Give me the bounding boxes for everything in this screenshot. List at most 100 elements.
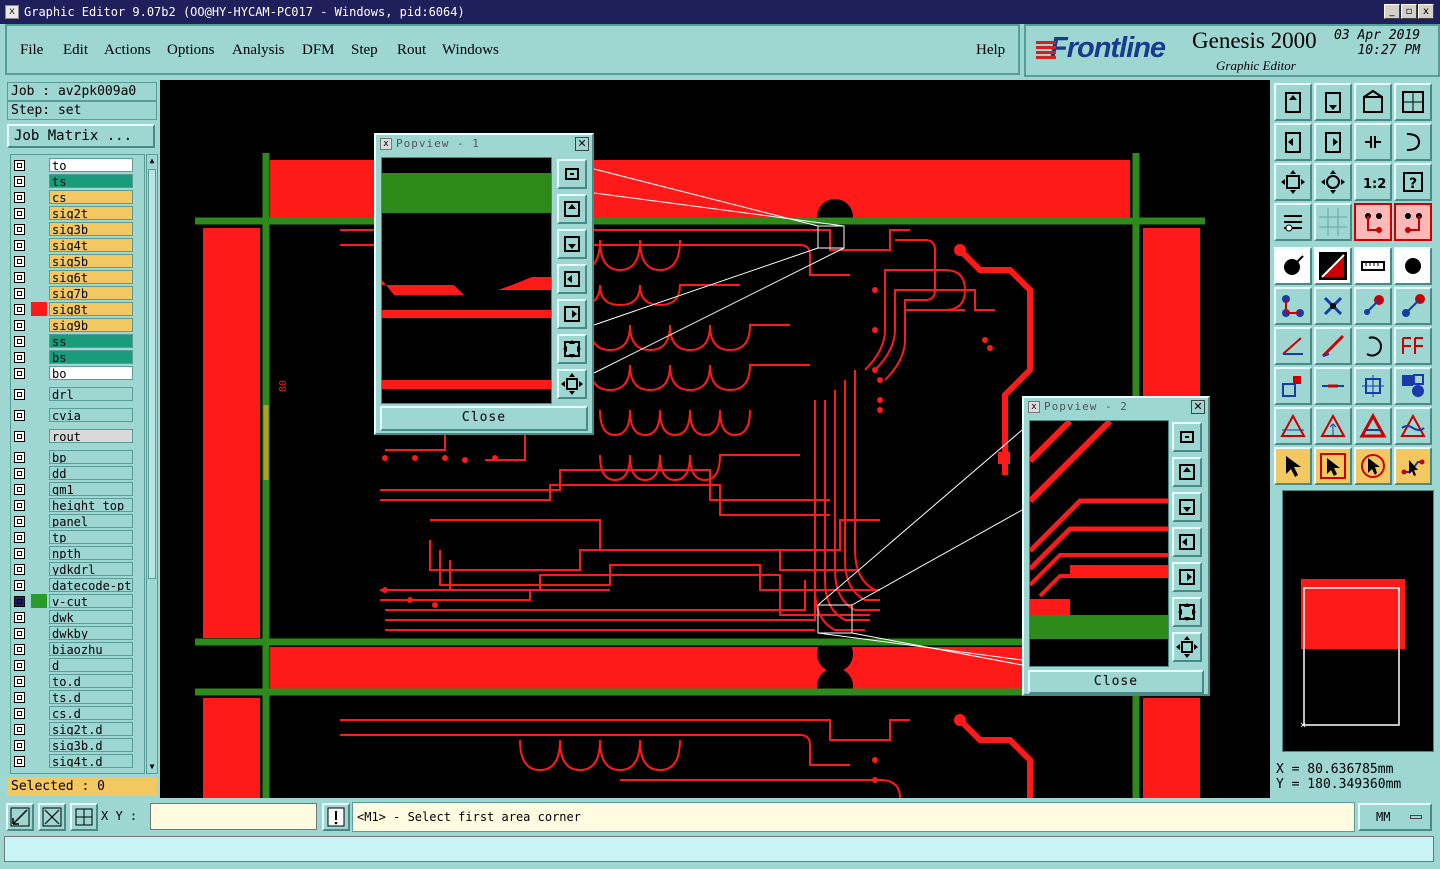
menu-edit[interactable]: Edit	[63, 42, 88, 59]
pan-right-icon[interactable]	[1314, 123, 1352, 161]
layer-name[interactable]: d	[49, 658, 133, 672]
snap-icon[interactable]	[1394, 123, 1432, 161]
layer-display-swatch[interactable]	[31, 318, 47, 332]
layer-display-swatch[interactable]	[31, 450, 47, 464]
popview-1-pan-right-icon[interactable]	[557, 299, 587, 329]
layer-row-cs.d[interactable]: cs.d	[11, 705, 144, 721]
layer-scrollbar[interactable]: ▲ ▼	[146, 154, 158, 774]
line-diag-icon[interactable]	[1314, 327, 1352, 365]
popview-1-close-icon[interactable]: ✕	[575, 137, 589, 151]
menu-help[interactable]: Help	[976, 42, 1005, 59]
layer-checkbox[interactable]	[14, 548, 25, 559]
layer-checkbox[interactable]	[14, 660, 25, 671]
layer-checkbox[interactable]	[14, 288, 25, 299]
layer-row-sig2t[interactable]: sig2t	[11, 205, 144, 221]
popview-1-zoom-in-icon[interactable]	[557, 334, 587, 364]
layer-display-swatch[interactable]	[31, 530, 47, 544]
layer-display-swatch[interactable]	[31, 498, 47, 512]
layer-name[interactable]: dwk	[49, 610, 133, 624]
popview-2-zoom-out-icon[interactable]	[1172, 632, 1202, 662]
snap-corner-icon[interactable]	[6, 803, 34, 831]
layer-checkbox[interactable]	[14, 352, 25, 363]
zoom-fit-icon[interactable]	[1274, 163, 1312, 201]
layer-checkbox[interactable]	[14, 452, 25, 463]
popview-1-pan-left-icon[interactable]	[557, 264, 587, 294]
layer-checkbox[interactable]	[14, 304, 25, 315]
layer-display-swatch[interactable]	[31, 562, 47, 576]
layer-checkbox[interactable]	[14, 272, 25, 283]
layer-checkbox[interactable]	[14, 676, 25, 687]
triangle-icon[interactable]	[1274, 407, 1312, 445]
layer-name[interactable]: ss	[49, 334, 133, 348]
popview-1-close-button[interactable]: Close	[380, 406, 588, 431]
layer-display-swatch[interactable]	[31, 514, 47, 528]
layer-row-sig9b[interactable]: sig9b	[11, 317, 144, 333]
layer-name[interactable]: cvia	[49, 408, 133, 422]
layer-name[interactable]: sig5b	[49, 254, 133, 268]
popview-1-pan-down-icon[interactable]	[557, 229, 587, 259]
layer-name[interactable]: bp	[49, 450, 133, 464]
popview-2-close-icon[interactable]: ✕	[1191, 400, 1205, 414]
layer-checkbox[interactable]	[14, 240, 25, 251]
layer-display-swatch[interactable]	[31, 158, 47, 172]
zoom-house-icon[interactable]	[1354, 83, 1392, 121]
arc-pad-icon[interactable]	[1354, 287, 1392, 325]
layer-row-panel[interactable]: panel	[11, 513, 144, 529]
ruler-icon[interactable]	[1354, 247, 1392, 285]
layer-display-swatch[interactable]	[31, 429, 47, 443]
layer-name[interactable]: sig2t	[49, 206, 133, 220]
layer-name[interactable]: sig4t	[49, 238, 133, 252]
layer-row-dwkby[interactable]: dwkby	[11, 625, 144, 641]
layer-checkbox[interactable]	[14, 756, 25, 767]
layer-name[interactable]: cs.d	[49, 706, 133, 720]
layer-row-ts[interactable]: ts	[11, 173, 144, 189]
popview-1-zoom-icon[interactable]	[557, 159, 587, 189]
graphic-canvas[interactable]: 80 Popview - 1 x ✕ Close Popview - 2 x ✕…	[160, 80, 1270, 798]
menu-dfm[interactable]: DFM	[302, 42, 335, 59]
layer-display-swatch[interactable]	[31, 482, 47, 496]
layer-checkbox[interactable]	[14, 724, 25, 735]
scroll-down-icon[interactable]: ▼	[148, 761, 156, 773]
layer-name[interactable]: v-cut	[49, 594, 133, 608]
layer-row-cvia[interactable]: cvia	[11, 407, 144, 423]
xy-input[interactable]	[150, 803, 317, 830]
layer-checkbox[interactable]	[14, 431, 25, 442]
layer-row-biaozhu[interactable]: biaozhu	[11, 641, 144, 657]
layer-row-tp[interactable]: tp	[11, 529, 144, 545]
layer-row-sig5b[interactable]: sig5b	[11, 253, 144, 269]
layer-checkbox[interactable]	[14, 176, 25, 187]
layer-name[interactable]: rout	[49, 429, 133, 443]
layer-display-swatch[interactable]	[31, 658, 47, 672]
app-icon[interactable]: x	[5, 5, 19, 19]
layer-name[interactable]: sig4t.d	[49, 754, 133, 768]
popview-2-zoom-icon[interactable]	[1172, 422, 1202, 452]
layer-display-swatch[interactable]	[31, 286, 47, 300]
triangle-arrow-icon[interactable]	[1314, 407, 1352, 445]
line-red-icon[interactable]	[1314, 367, 1352, 405]
layer-row-cs[interactable]: cs	[11, 189, 144, 205]
layer-display-swatch[interactable]	[31, 366, 47, 380]
snap-angle-icon[interactable]	[38, 803, 66, 831]
layer-checkbox[interactable]	[14, 516, 25, 527]
popview-2-zoom-in-icon[interactable]	[1172, 597, 1202, 627]
popview-2-pan-left-icon[interactable]	[1172, 527, 1202, 557]
grid-snap-icon[interactable]	[70, 803, 98, 831]
layer-row-sig6t[interactable]: sig6t	[11, 269, 144, 285]
fit-icon[interactable]	[1354, 123, 1392, 161]
layer-name[interactable]: ydkdrl	[49, 562, 133, 576]
layer-name[interactable]: sig7b	[49, 286, 133, 300]
layer-display-swatch[interactable]	[31, 466, 47, 480]
layer-row-ts.d[interactable]: ts.d	[11, 689, 144, 705]
layer-display-swatch[interactable]	[31, 642, 47, 656]
scale-1-2-icon[interactable]: 1:2	[1354, 163, 1392, 201]
layer-name[interactable]: ts.d	[49, 690, 133, 704]
layer-checkbox[interactable]	[14, 532, 25, 543]
layer-checkbox[interactable]	[14, 644, 25, 655]
units-select[interactable]: MM	[1358, 803, 1432, 831]
layer-name[interactable]: height_top	[49, 498, 133, 512]
layer-display-swatch[interactable]	[31, 722, 47, 736]
layer-checkbox[interactable]	[14, 612, 25, 623]
layer-display-swatch[interactable]	[31, 302, 47, 316]
connect-icon[interactable]	[1274, 287, 1312, 325]
mosaic-icon[interactable]	[1394, 367, 1432, 405]
